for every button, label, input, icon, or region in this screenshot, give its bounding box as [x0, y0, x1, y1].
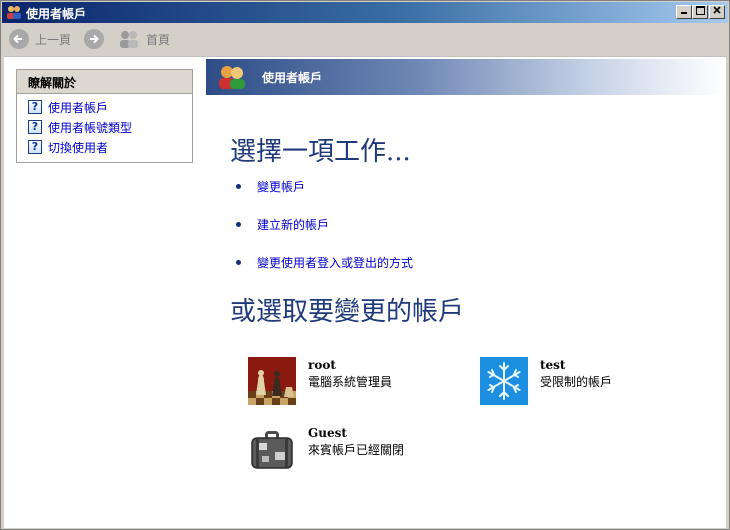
- account-test[interactable]: test 受限制的帳戶: [480, 357, 612, 405]
- user-accounts-window: 使用者帳戶 上一頁 首頁 瞭解關於 ? 使用者帳戶 ? 使用者帳號類型 ? 切換…: [0, 0, 730, 530]
- help-link-user-accounts[interactable]: ? 使用者帳戶: [28, 99, 108, 115]
- back-button[interactable]: 上一頁: [9, 28, 71, 50]
- account-name: root: [308, 358, 336, 372]
- toolbar: 上一頁 首頁: [2, 24, 728, 55]
- account-info: Guest 來賓帳戶已經關閉: [308, 426, 404, 473]
- maximize-button[interactable]: [692, 5, 708, 19]
- home-button[interactable]: 首頁: [118, 28, 170, 50]
- help-link-label: 切換使用者: [48, 140, 109, 155]
- home-label: 首頁: [146, 32, 171, 47]
- users-icon: [7, 6, 21, 19]
- minimize-icon: [681, 12, 687, 14]
- task-label: 建立新的帳戶: [257, 217, 330, 232]
- title-bar[interactable]: 使用者帳戶: [2, 2, 728, 23]
- snowflake-icon: [480, 357, 528, 405]
- chess-icon: [248, 357, 296, 405]
- account-heading: 或選取要變更的帳戶: [230, 297, 465, 327]
- help-link-label: 使用者帳號類型: [48, 120, 133, 135]
- task-label: 變更帳戶: [257, 179, 306, 194]
- account-type: 電腦系統管理員: [308, 375, 393, 389]
- learn-about-panel: 瞭解關於 ? 使用者帳戶 ? 使用者帳號類型 ? 切換使用者: [16, 69, 193, 163]
- help-icon: ?: [28, 140, 42, 154]
- bullet: [236, 183, 241, 189]
- help-link-account-types[interactable]: ? 使用者帳號類型: [28, 119, 132, 135]
- forward-arrow-icon: [84, 29, 104, 49]
- panel-heading: 瞭解關於: [17, 70, 192, 94]
- account-guest[interactable]: Guest 來賓帳戶已經關閉: [248, 425, 404, 473]
- header-band: 使用者帳戶: [206, 59, 724, 95]
- bullet: [236, 221, 241, 227]
- task-label: 變更使用者登入或登出的方式: [257, 255, 414, 270]
- back-label: 上一頁: [35, 32, 72, 47]
- bullet: [236, 259, 241, 265]
- close-button[interactable]: [709, 5, 725, 19]
- task-change-account[interactable]: 變更帳戶: [236, 178, 305, 194]
- help-link-label: 使用者帳戶: [48, 100, 109, 115]
- header-title: 使用者帳戶: [262, 71, 323, 85]
- task-create-account[interactable]: 建立新的帳戶: [236, 216, 329, 232]
- account-name: test: [540, 358, 566, 372]
- help-icon: ?: [28, 100, 42, 114]
- suitcase-icon: [248, 425, 296, 473]
- maximize-icon: [695, 6, 705, 15]
- help-icon: ?: [28, 120, 42, 134]
- forward-button[interactable]: [84, 28, 104, 50]
- account-root[interactable]: root 電腦系統管理員: [248, 357, 392, 405]
- content-area: 瞭解關於 ? 使用者帳戶 ? 使用者帳號類型 ? 切換使用者 使用者帳戶 選擇一…: [4, 56, 726, 528]
- window-title: 使用者帳戶: [26, 7, 87, 21]
- task-change-logon[interactable]: 變更使用者登入或登出的方式: [236, 254, 413, 270]
- help-link-switch-users[interactable]: ? 切換使用者: [28, 139, 108, 155]
- minimize-button[interactable]: [676, 5, 692, 19]
- user-accounts-icon: [219, 66, 245, 89]
- account-info: root 電腦系統管理員: [308, 358, 392, 405]
- account-name: Guest: [308, 426, 347, 440]
- home-users-icon: [120, 31, 138, 48]
- task-heading: 選擇一項工作...: [230, 137, 411, 167]
- close-icon: [713, 6, 721, 14]
- back-arrow-icon: [9, 29, 29, 49]
- account-type: 受限制的帳戶: [540, 375, 613, 389]
- account-type: 來賓帳戶已經關閉: [308, 443, 405, 457]
- account-info: test 受限制的帳戶: [540, 358, 612, 405]
